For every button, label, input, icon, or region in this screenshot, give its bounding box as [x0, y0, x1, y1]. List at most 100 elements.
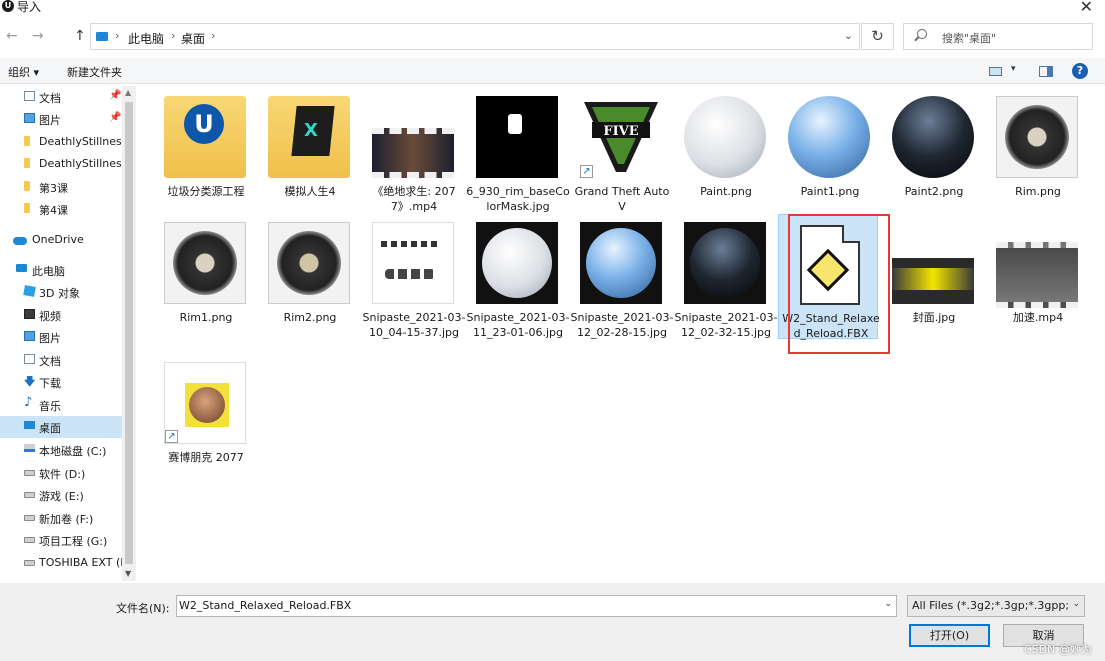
sidebar-item-label: TOSHIBA EXT (H:) [39, 556, 122, 569]
close-icon[interactable]: ✕ [1080, 0, 1093, 16]
filename-value: W2_Stand_Relaxed_Reload.FBX [179, 599, 352, 612]
sidebar-item-label: 3D 对象 [39, 287, 80, 300]
folder-icon [24, 181, 30, 191]
image-thumbnail [996, 96, 1078, 178]
breadcrumb-this-pc[interactable]: 此电脑 [128, 30, 164, 47]
file-name: 6_930_rim_baseColorMask.jpg [466, 185, 570, 213]
sidebar-item-label: 第4课 [39, 204, 68, 217]
drive-icon [24, 537, 35, 543]
sidebar-item-documents[interactable]: 文档 [0, 349, 122, 371]
organize-menu[interactable]: 组织 ▾ [8, 64, 39, 80]
preview-pane-icon[interactable] [1039, 66, 1053, 77]
filetype-select[interactable]: All Files (*.3g2;*.3gp;*.3gpp; ⌄ [907, 595, 1085, 617]
file-name: Snipaste_2021-03-10_04-15-37.jpg [362, 311, 466, 339]
download-icon: 🡇 [24, 375, 36, 388]
sidebar-item-videos[interactable]: 视频 [0, 304, 122, 326]
back-button[interactable]: ← [6, 28, 18, 44]
file-item-selected[interactable]: W2_Stand_Relaxed_Reload.FBX [778, 214, 880, 340]
shortcut-thumbnail: ↗ [164, 362, 246, 444]
chevron-down-icon[interactable]: ⌄ [884, 599, 892, 609]
scroll-down-icon[interactable]: ▼ [125, 569, 131, 578]
sidebar-item-this-pc[interactable]: 此电脑 [0, 259, 122, 281]
breadcrumb-separator[interactable]: › [115, 29, 119, 42]
file-item[interactable]: Rim2.png [258, 214, 358, 339]
sidebar-item-drive-e[interactable]: 游戏 (E:) [0, 484, 122, 506]
file-item[interactable]: ↗ 赛博朋克 2077 [154, 354, 254, 479]
drive-icon [24, 470, 35, 476]
sidebar-item-drive-c[interactable]: 本地磁盘 (C:) [0, 439, 122, 461]
scroll-up-icon[interactable]: ▲ [125, 88, 131, 97]
file-item[interactable]: 6_930_rim_baseColorMask.jpg [466, 88, 570, 213]
scrollbar-thumb[interactable] [125, 102, 133, 564]
file-item[interactable]: Snipaste_2021-03-11_23-01-06.jpg [466, 214, 569, 339]
image-thumbnail [684, 222, 766, 304]
sidebar-item-lesson3[interactable]: 第3课 [0, 176, 122, 198]
sidebar-item-drive-f[interactable]: 新加卷 (F:) [0, 507, 122, 529]
sidebar-scrollbar[interactable]: ▲ ▼ [122, 86, 136, 581]
filetype-value: All Files (*.3g2;*.3gp;*.3gpp; [912, 599, 1068, 612]
file-item[interactable]: 加速.mp4 [986, 214, 1086, 339]
sidebar-item-pictures[interactable]: 图片 [0, 326, 122, 348]
document-icon [24, 91, 35, 101]
file-item[interactable]: 模拟人生4 [258, 88, 358, 213]
shortcut-arrow-icon: ↗ [165, 430, 178, 443]
file-name: Rim1.png [179, 311, 233, 324]
unreal-logo-icon: U [184, 104, 224, 144]
sidebar-item-lesson4[interactable]: 第4课 [0, 198, 122, 220]
view-mode-icon[interactable] [989, 67, 1002, 76]
breadcrumb-desktop[interactable]: 桌面 [181, 30, 205, 47]
file-item[interactable]: 封面.jpg [882, 214, 982, 339]
sidebar-item-pictures-quick[interactable]: 图片 📌 [0, 108, 122, 130]
file-name: 模拟人生4 [284, 185, 336, 198]
file-name: Snipaste_2021-03-12_02-32-15.jpg [674, 311, 778, 339]
breadcrumb-separator[interactable]: › [171, 29, 175, 42]
file-item[interactable]: U 垃圾分类源工程 [154, 88, 254, 213]
up-button[interactable]: ↑ [74, 28, 86, 44]
file-item[interactable]: Paint2.png [882, 88, 982, 213]
file-item[interactable]: Paint.png [674, 88, 774, 213]
file-item[interactable]: Snipaste_2021-03-12_02-28-15.jpg [570, 214, 673, 339]
view-dropdown[interactable]: ▾ [1011, 64, 1016, 74]
gta-logo-icon: FIVE ↗ [580, 96, 662, 178]
file-item[interactable]: 《绝地求生: 2077》.mp4 [362, 88, 462, 213]
file-name: Paint2.png [904, 185, 964, 198]
breadcrumb-separator[interactable]: › [211, 29, 215, 42]
sidebar-item-label: 桌面 [39, 422, 61, 435]
folder-icon: U [164, 96, 246, 178]
file-item[interactable]: Rim.png [986, 88, 1086, 213]
chevron-down-icon[interactable]: ⌄ [1072, 599, 1080, 609]
file-item[interactable]: Rim1.png [154, 214, 254, 339]
file-name: 赛博朋克 2077 [168, 451, 244, 464]
file-name: 垃圾分类源工程 [167, 185, 245, 198]
picture-icon [24, 113, 35, 123]
sidebar-item-music[interactable]: ♪ 音乐 [0, 394, 122, 416]
image-thumbnail [476, 222, 558, 304]
sidebar-item-deathlystillness-1[interactable]: DeathlyStillness [0, 131, 122, 153]
filename-input[interactable]: W2_Stand_Relaxed_Reload.FBX ⌄ [176, 595, 897, 617]
help-icon[interactable]: ? [1072, 63, 1088, 79]
chevron-down-icon[interactable]: ⌄ [844, 29, 853, 42]
address-bar[interactable]: › 此电脑 › 桌面 › ⌄ [90, 23, 860, 50]
sidebar-item-onedrive[interactable]: OneDrive [0, 229, 122, 251]
forward-button[interactable]: → [32, 28, 44, 44]
sidebar-item-drive-g[interactable]: 项目工程 (G:) [0, 529, 122, 551]
new-folder-button[interactable]: 新建文件夹 [67, 64, 122, 80]
search-input[interactable]: 搜索"桌面" [903, 23, 1093, 50]
sidebar-item-documents-quick[interactable]: 文档 📌 [0, 86, 122, 108]
sidebar-item-deathlystillness-2[interactable]: DeathlyStillness [0, 153, 122, 175]
drive-c-icon [24, 444, 35, 452]
refresh-button[interactable]: ↻ [861, 23, 894, 50]
app-icon: U [2, 0, 14, 12]
file-item[interactable]: Snipaste_2021-03-12_02-32-15.jpg [674, 214, 777, 339]
file-item[interactable]: FIVE ↗ Grand Theft Auto V [570, 88, 670, 213]
file-item[interactable]: Snipaste_2021-03-10_04-15-37.jpg [362, 214, 465, 339]
sidebar-item-downloads[interactable]: 🡇 下载 [0, 371, 122, 393]
sidebar-item-3d-objects[interactable]: 3D 对象 [0, 281, 122, 303]
sidebar-item-drive-h[interactable]: TOSHIBA EXT (H:) [0, 552, 122, 574]
sidebar-item-desktop[interactable]: 桌面 [0, 416, 122, 438]
pin-icon: 📌 [109, 112, 122, 123]
sidebar-item-drive-d[interactable]: 软件 (D:) [0, 462, 122, 484]
open-button[interactable]: 打开(O) [909, 624, 990, 647]
pc-icon [96, 32, 108, 41]
file-item[interactable]: Paint1.png [778, 88, 878, 213]
